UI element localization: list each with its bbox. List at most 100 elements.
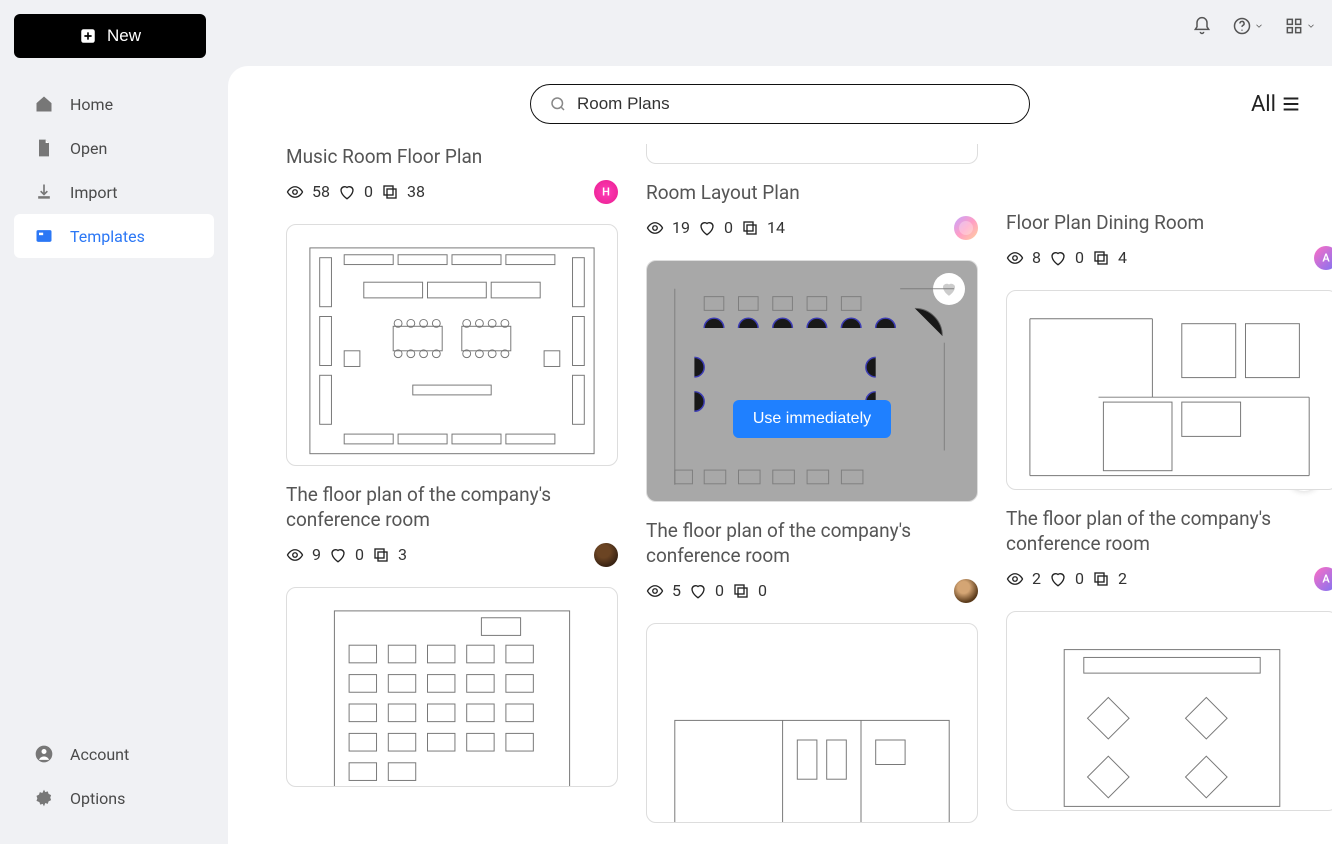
account-icon bbox=[34, 744, 54, 764]
card-title[interactable]: Room Layout Plan bbox=[646, 180, 978, 206]
floor-plan-sketch bbox=[305, 606, 599, 787]
card-meta: 8 0 4 bbox=[1006, 246, 1332, 270]
views-value: 2 bbox=[1032, 569, 1041, 588]
card-title[interactable]: Floor Plan Dining Room bbox=[1006, 210, 1332, 236]
likes-value: 0 bbox=[1075, 248, 1084, 267]
topbar bbox=[1192, 16, 1316, 36]
nav-templates[interactable]: Templates bbox=[14, 214, 214, 258]
template-thumbnail-hover[interactable]: Use immediately bbox=[646, 260, 978, 502]
views-value: 5 bbox=[672, 581, 681, 600]
likes-value: 0 bbox=[355, 545, 364, 564]
eye-icon bbox=[286, 546, 304, 564]
nav-open[interactable]: Open bbox=[14, 126, 214, 170]
card-title[interactable]: The floor plan of the company's conferen… bbox=[286, 482, 618, 533]
card-meta: 58 0 38 bbox=[286, 180, 618, 204]
floor-plan-sketch bbox=[665, 642, 959, 823]
copy-icon bbox=[372, 546, 390, 564]
nav-templates-label: Templates bbox=[70, 227, 145, 246]
copies-value: 2 bbox=[1118, 569, 1127, 588]
author-avatar[interactable] bbox=[1314, 246, 1332, 270]
templates-grid: Music Room Floor Plan 58 0 38 bbox=[228, 144, 1332, 844]
templates-icon bbox=[34, 226, 54, 246]
card-stats: 19 0 14 bbox=[646, 218, 785, 237]
apps-grid-icon bbox=[1284, 16, 1304, 36]
card-meta: 19 0 14 bbox=[646, 216, 978, 240]
copy-icon bbox=[381, 183, 399, 201]
template-thumbnail[interactable] bbox=[286, 224, 618, 466]
help-dropdown[interactable] bbox=[1232, 16, 1264, 36]
import-icon bbox=[34, 182, 54, 202]
copy-icon bbox=[1092, 249, 1110, 267]
copies-value: 38 bbox=[407, 182, 425, 201]
gear-icon bbox=[34, 788, 54, 808]
search-box[interactable] bbox=[530, 84, 1030, 124]
nav-open-label: Open bbox=[70, 139, 107, 158]
card-title[interactable]: The floor plan of the company's conferen… bbox=[646, 518, 978, 569]
heart-icon bbox=[338, 183, 356, 201]
eye-icon bbox=[1006, 570, 1024, 588]
floor-plan-sketch bbox=[305, 243, 599, 459]
heart-icon bbox=[689, 582, 707, 600]
nav-home-label: Home bbox=[70, 95, 113, 114]
nav-options[interactable]: Options bbox=[14, 776, 214, 820]
use-immediately-button[interactable]: Use immediately bbox=[733, 400, 891, 438]
grid-column: Room Layout Plan 19 0 14 bbox=[646, 144, 978, 844]
search-icon bbox=[549, 95, 567, 113]
card-meta: 2 0 2 bbox=[1006, 567, 1332, 591]
author-avatar[interactable] bbox=[594, 543, 618, 567]
card-stats: 5 0 0 bbox=[646, 581, 767, 600]
copies-value: 0 bbox=[758, 581, 767, 600]
home-icon bbox=[34, 94, 54, 114]
copies-value: 3 bbox=[398, 545, 407, 564]
template-thumbnail[interactable] bbox=[646, 623, 978, 823]
copy-icon bbox=[1092, 570, 1110, 588]
template-thumbnail[interactable] bbox=[1006, 611, 1332, 811]
search-input[interactable] bbox=[577, 94, 1011, 114]
sidebar: New Home Open Import Templates Account O… bbox=[0, 0, 228, 844]
plus-icon bbox=[79, 27, 97, 45]
template-thumbnail[interactable] bbox=[286, 587, 618, 787]
new-button[interactable]: New bbox=[14, 14, 206, 58]
card-stats: 8 0 4 bbox=[1006, 248, 1127, 267]
card-title[interactable]: Music Room Floor Plan bbox=[286, 144, 618, 170]
heart-icon bbox=[329, 546, 347, 564]
likes-value: 0 bbox=[1075, 569, 1084, 588]
likes-value: 0 bbox=[724, 218, 733, 237]
floor-plan-sketch bbox=[1025, 309, 1319, 485]
card-meta: 5 0 0 bbox=[646, 579, 978, 603]
card-title[interactable]: The floor plan of the company's conferen… bbox=[1006, 506, 1332, 557]
card-meta: 9 0 3 bbox=[286, 543, 618, 567]
nav-account-label: Account bbox=[70, 745, 129, 764]
copies-value: 14 bbox=[767, 218, 785, 237]
views-value: 8 bbox=[1032, 248, 1041, 267]
help-icon bbox=[1232, 16, 1252, 36]
eye-icon bbox=[1006, 249, 1024, 267]
views-value: 19 bbox=[672, 218, 690, 237]
nav-import[interactable]: Import bbox=[14, 170, 214, 214]
author-avatar[interactable] bbox=[1314, 567, 1332, 591]
card-stats: 9 0 3 bbox=[286, 545, 407, 564]
author-avatar[interactable] bbox=[594, 180, 618, 204]
author-avatar[interactable] bbox=[954, 216, 978, 240]
eye-icon bbox=[646, 582, 664, 600]
heart-icon bbox=[1049, 249, 1067, 267]
template-thumbnail[interactable] bbox=[646, 144, 978, 164]
author-avatar[interactable] bbox=[954, 579, 978, 603]
template-thumbnail[interactable] bbox=[1006, 290, 1332, 490]
filter-all[interactable]: All bbox=[1251, 92, 1302, 117]
eye-icon bbox=[286, 183, 304, 201]
nav-account[interactable]: Account bbox=[14, 732, 214, 776]
views-value: 9 bbox=[312, 545, 321, 564]
copy-icon bbox=[732, 582, 750, 600]
apps-dropdown[interactable] bbox=[1284, 16, 1316, 36]
nav-home[interactable]: Home bbox=[14, 82, 214, 126]
chevron-down-icon bbox=[1306, 21, 1316, 31]
main-content: All Music Room Floor Plan 58 0 38 bbox=[228, 66, 1332, 844]
filter-label: All bbox=[1251, 92, 1276, 117]
card-stats: 2 0 2 bbox=[1006, 569, 1127, 588]
file-icon bbox=[34, 138, 54, 158]
list-icon bbox=[1280, 93, 1302, 115]
search-row: All bbox=[228, 84, 1332, 124]
bell-icon[interactable] bbox=[1192, 16, 1212, 36]
floor-plan-sketch bbox=[665, 279, 959, 495]
